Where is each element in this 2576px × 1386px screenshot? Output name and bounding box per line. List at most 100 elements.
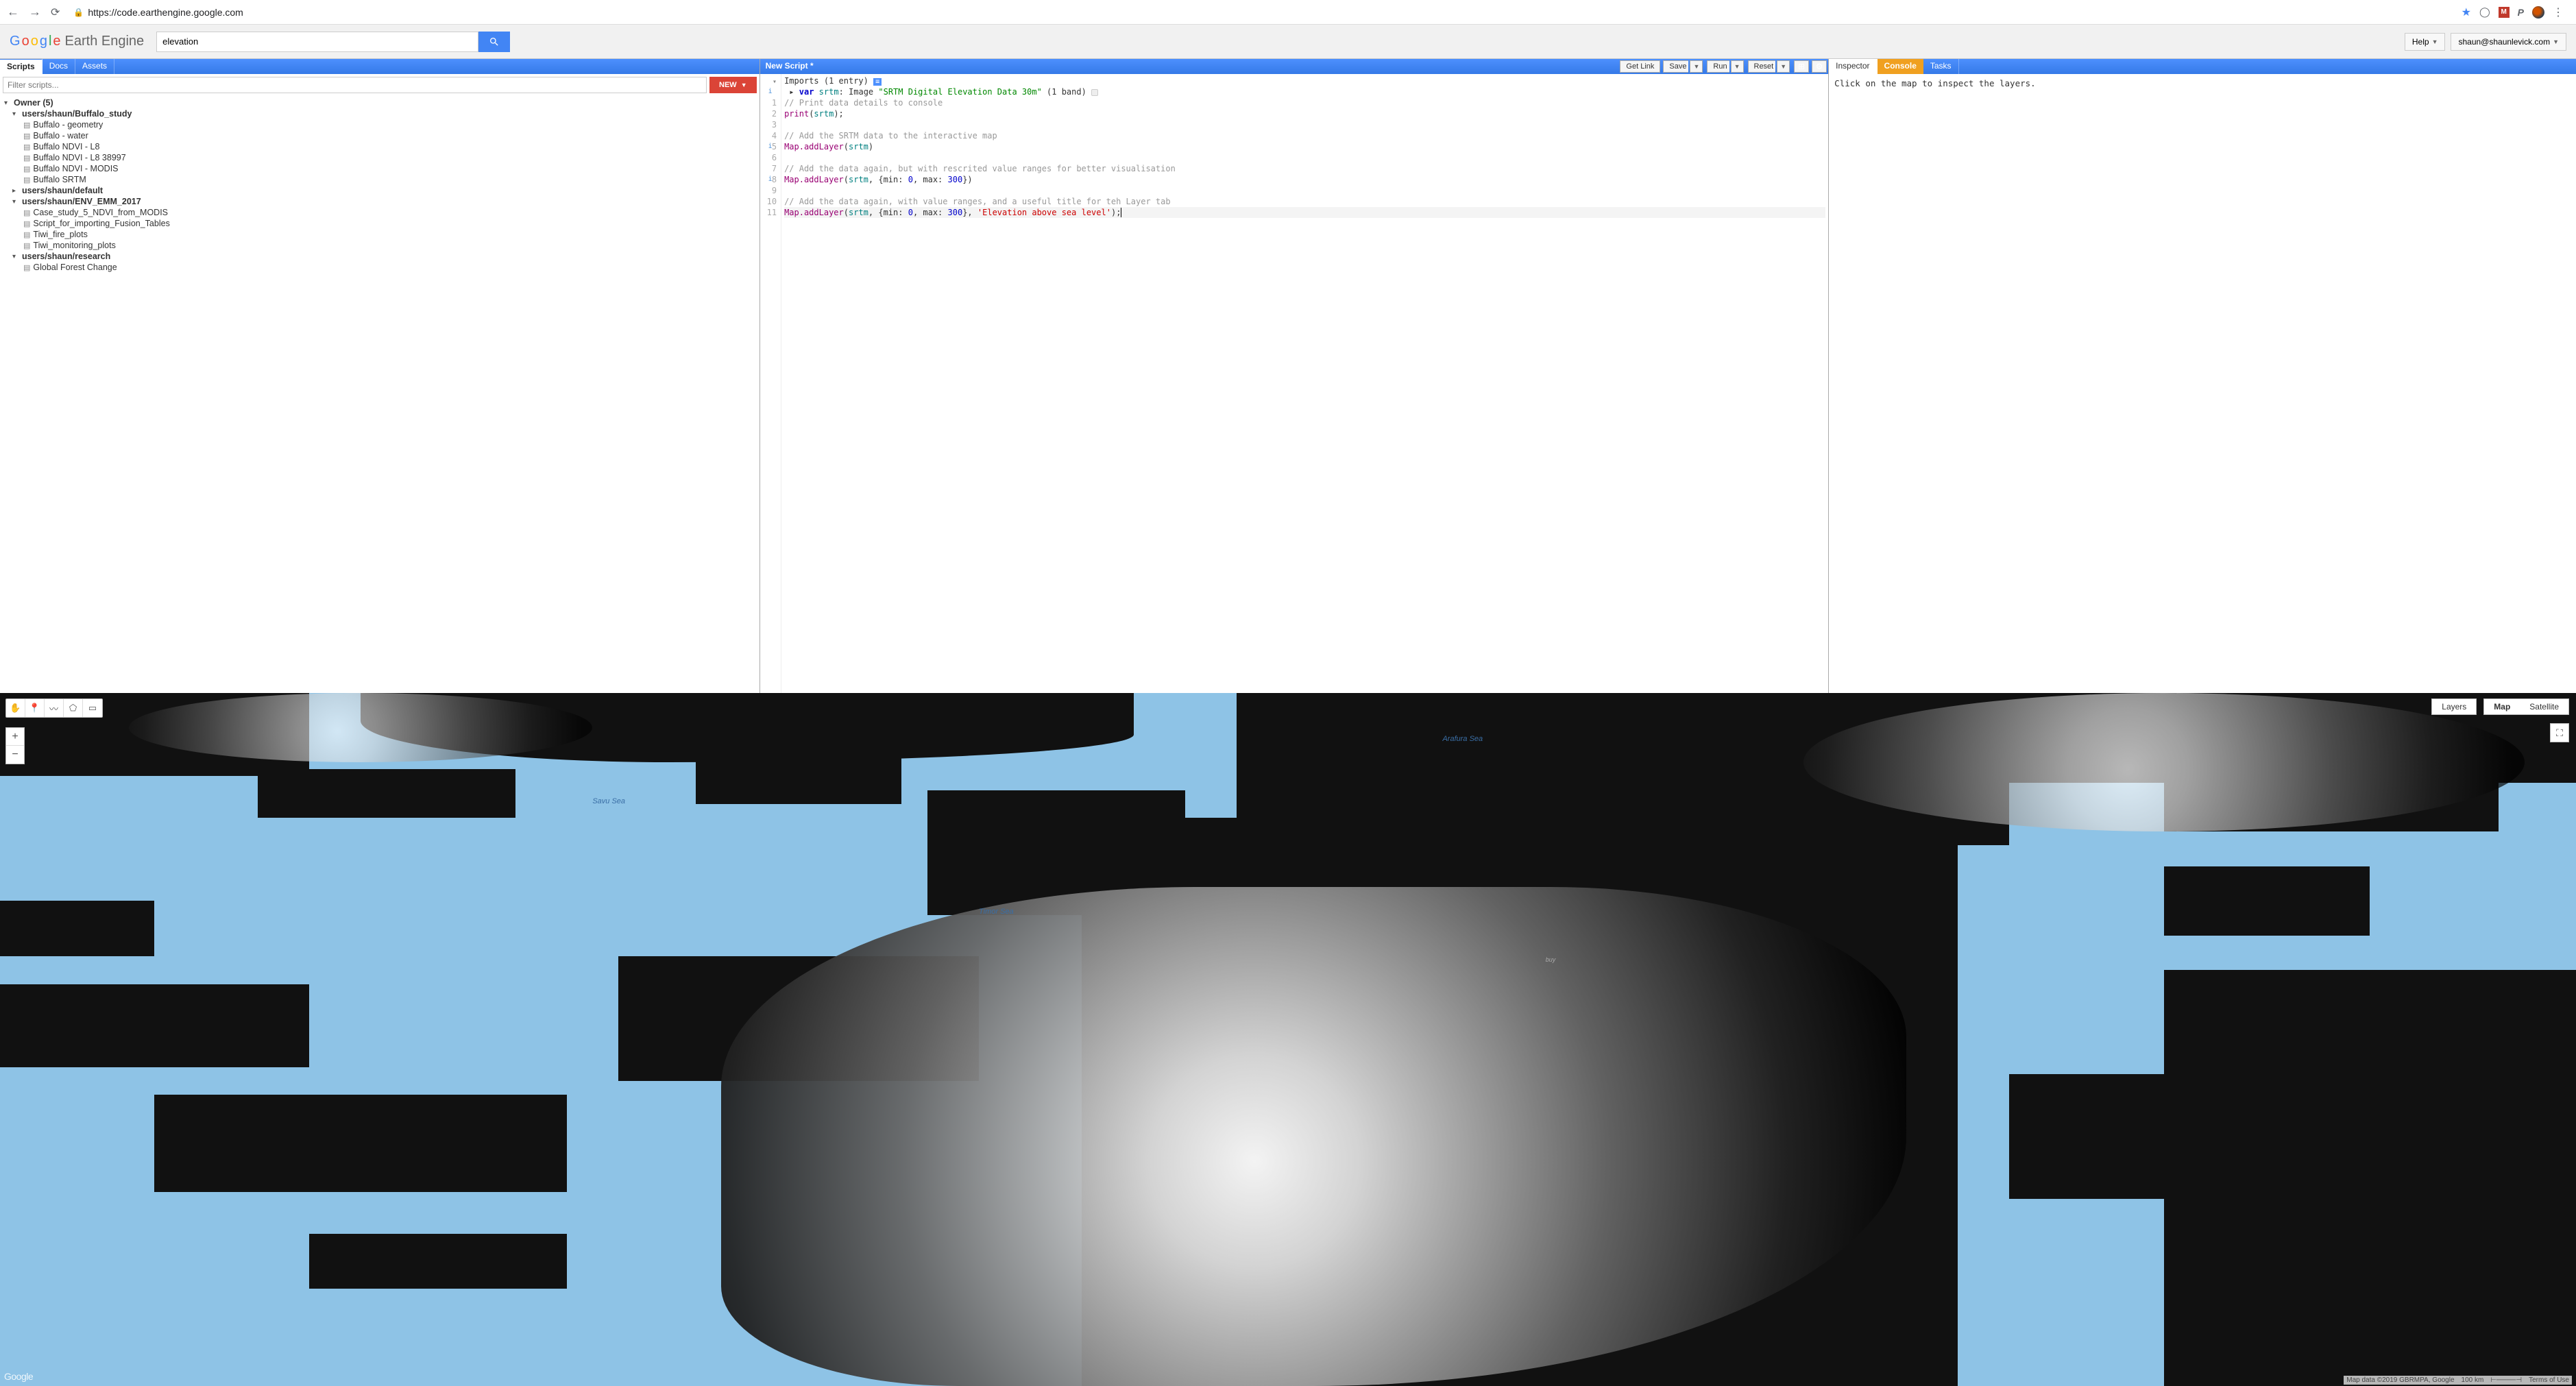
file-icon: ▤ [23, 263, 30, 272]
apps-button[interactable]: ⊞ [1794, 60, 1809, 73]
settings-button[interactable]: ⚙ [1812, 60, 1827, 73]
save-dropdown[interactable]: ▼ [1690, 60, 1703, 73]
polygon-tool[interactable]: ⬠ [64, 699, 83, 717]
tab-scripts[interactable]: Scripts [0, 59, 42, 74]
map-canvas[interactable]: Arafura Sea Savu Sea Timor Sea buy Googl… [0, 693, 2576, 1386]
google-earth-engine-logo[interactable]: Google Earth Engine [10, 34, 144, 49]
address-bar[interactable]: 🔒 https://code.earthengine.google.com [69, 7, 2451, 18]
lock-icon: 🔒 [73, 8, 84, 17]
help-button[interactable]: Help▼ [2405, 33, 2446, 51]
tree-item[interactable]: ▤Case_study_5_NDVI_from_MODIS [0, 207, 760, 218]
editor-gutter: ▾ i 1 2 3 4 i5 6 7 i8 9 10 11 [760, 74, 781, 693]
band-tag-icon[interactable] [1091, 89, 1098, 96]
script-title: New Script * [760, 59, 819, 74]
main-panels: Scripts Docs Assets NEW▼ ▾Owner (5)▾user… [0, 59, 2576, 693]
tree-item[interactable]: ▸users/shaun/default [0, 185, 760, 196]
new-script-button[interactable]: NEW▼ [709, 77, 757, 93]
right-tabbar: Inspector Console Tasks [1829, 59, 2576, 74]
tree-item[interactable]: ▤Tiwi_monitoring_plots [0, 240, 760, 251]
tree-item[interactable]: ▤Global Forest Change [0, 262, 760, 273]
left-tabbar: Scripts Docs Assets [0, 59, 760, 74]
tree-item[interactable]: ▤Buffalo NDVI - L8 [0, 141, 760, 152]
zoom-in-button[interactable]: + [6, 728, 24, 746]
mendeley-extension-icon[interactable]: M [2499, 7, 2510, 18]
tree-item[interactable]: ▾Owner (5) [0, 97, 760, 108]
browser-menu-icon[interactable]: ⋮ [2553, 5, 2564, 19]
tab-console[interactable]: Console [1878, 59, 1923, 74]
file-icon: ▤ [23, 208, 30, 217]
pan-tool[interactable]: ✋ [6, 699, 25, 717]
console-output: Click on the map to inspect the layers. [1829, 74, 2576, 693]
app-header: Google Earth Engine Help▼ shaun@shaunlev… [0, 25, 2576, 59]
tree-item[interactable]: ▤Buffalo NDVI - L8 38997 [0, 152, 760, 163]
place-label: buy [1546, 956, 1556, 963]
line-tool[interactable]: 〰 [45, 699, 64, 717]
editor-tabbar: New Script * Get Link Save▼ Run▼ Reset▼ … [760, 59, 1829, 74]
pin-icon: 📍 [29, 703, 40, 714]
extension-p-icon[interactable]: P [2518, 7, 2524, 18]
console-panel: Inspector Console Tasks Click on the map… [1829, 59, 2576, 693]
save-button[interactable]: Save [1663, 60, 1688, 73]
search-icon [489, 36, 500, 47]
tree-item[interactable]: ▾users/shaun/Buffalo_study [0, 108, 760, 119]
search-input[interactable] [156, 32, 478, 52]
extension-tray: ★ ◯ M P ⋮ [2462, 5, 2564, 19]
tab-assets[interactable]: Assets [75, 59, 114, 74]
drawing-tools: ✋ 📍 〰 ⬠ ▭ [5, 698, 103, 718]
editor-panel: New Script * Get Link Save▼ Run▼ Reset▼ … [760, 59, 1830, 693]
user-menu-button[interactable]: shaun@shaunlevick.com▼ [2451, 33, 2566, 51]
map-container: Arafura Sea Savu Sea Timor Sea buy Googl… [0, 693, 2576, 1386]
tab-tasks[interactable]: Tasks [1923, 59, 1959, 74]
profile-avatar[interactable] [2532, 6, 2544, 19]
browser-chrome: ← → ⟳ 🔒 https://code.earthengine.google.… [0, 0, 2576, 25]
run-button[interactable]: Run [1707, 60, 1729, 73]
url-text: https://code.earthengine.google.com [88, 7, 243, 18]
tree-item[interactable]: ▤Buffalo NDVI - MODIS [0, 163, 760, 174]
tree-item[interactable]: ▾users/shaun/research [0, 251, 760, 262]
map-attribution: Map data ©2019 GBRMPA, Google 100 km ⊢──… [2344, 1376, 2572, 1385]
scripts-tree[interactable]: ▾Owner (5)▾users/shaun/Buffalo_study▤Buf… [0, 96, 760, 693]
layers-button[interactable]: Layers [2431, 698, 2477, 715]
zoom-control: + − [5, 727, 25, 764]
file-icon: ▤ [23, 143, 30, 151]
product-name: Earth Engine [65, 34, 145, 49]
google-map-logo: Google [4, 1371, 33, 1382]
search-button[interactable] [478, 32, 510, 52]
file-icon: ▤ [23, 132, 30, 141]
filter-scripts-input[interactable] [3, 77, 707, 93]
file-icon: ▤ [23, 154, 30, 162]
get-link-button[interactable]: Get Link [1620, 60, 1660, 73]
tab-inspector[interactable]: Inspector [1829, 59, 1877, 74]
bookmark-star-icon[interactable]: ★ [2462, 5, 2471, 19]
tree-item[interactable]: ▤Script_for_importing_Fusion_Tables [0, 218, 760, 229]
editor-code[interactable]: Imports (1 entry) ≡ ▸ var srtm: Image "S… [781, 74, 1828, 693]
code-editor[interactable]: ▾ i 1 2 3 4 i5 6 7 i8 9 10 11 Imports (1… [760, 74, 1829, 693]
file-icon: ▤ [23, 241, 30, 250]
file-icon: ▤ [23, 175, 30, 184]
fullscreen-button[interactable]: ⛶ [2550, 723, 2569, 742]
map-type-map[interactable]: Map [2484, 699, 2520, 714]
reload-button[interactable]: ⟳ [51, 5, 60, 19]
reset-dropdown[interactable]: ▼ [1777, 60, 1790, 73]
run-dropdown[interactable]: ▼ [1731, 60, 1744, 73]
forward-button[interactable]: → [29, 5, 41, 19]
zoom-out-button[interactable]: − [6, 746, 24, 764]
back-button[interactable]: ← [7, 5, 19, 19]
map-type-controls: Layers Map Satellite [2431, 698, 2569, 715]
file-icon: ▤ [23, 165, 30, 173]
file-icon: ▤ [23, 219, 30, 228]
tree-item[interactable]: ▤Buffalo - geometry [0, 119, 760, 130]
tree-item[interactable]: ▾users/shaun/ENV_EMM_2017 [0, 196, 760, 207]
tree-item[interactable]: ▤Buffalo SRTM [0, 174, 760, 185]
tree-item[interactable]: ▤Buffalo - water [0, 130, 760, 141]
sea-label-timor: Timor Sea [979, 908, 1014, 916]
scripts-panel: Scripts Docs Assets NEW▼ ▾Owner (5)▾user… [0, 59, 760, 693]
file-icon: ▤ [23, 121, 30, 130]
tab-docs[interactable]: Docs [42, 59, 75, 74]
point-tool[interactable]: 📍 [25, 699, 45, 717]
rectangle-tool[interactable]: ▭ [83, 699, 102, 717]
tree-item[interactable]: ▤Tiwi_fire_plots [0, 229, 760, 240]
extension-icon[interactable]: ◯ [2479, 6, 2490, 18]
map-type-satellite[interactable]: Satellite [2520, 699, 2568, 714]
reset-button[interactable]: Reset [1748, 60, 1776, 73]
